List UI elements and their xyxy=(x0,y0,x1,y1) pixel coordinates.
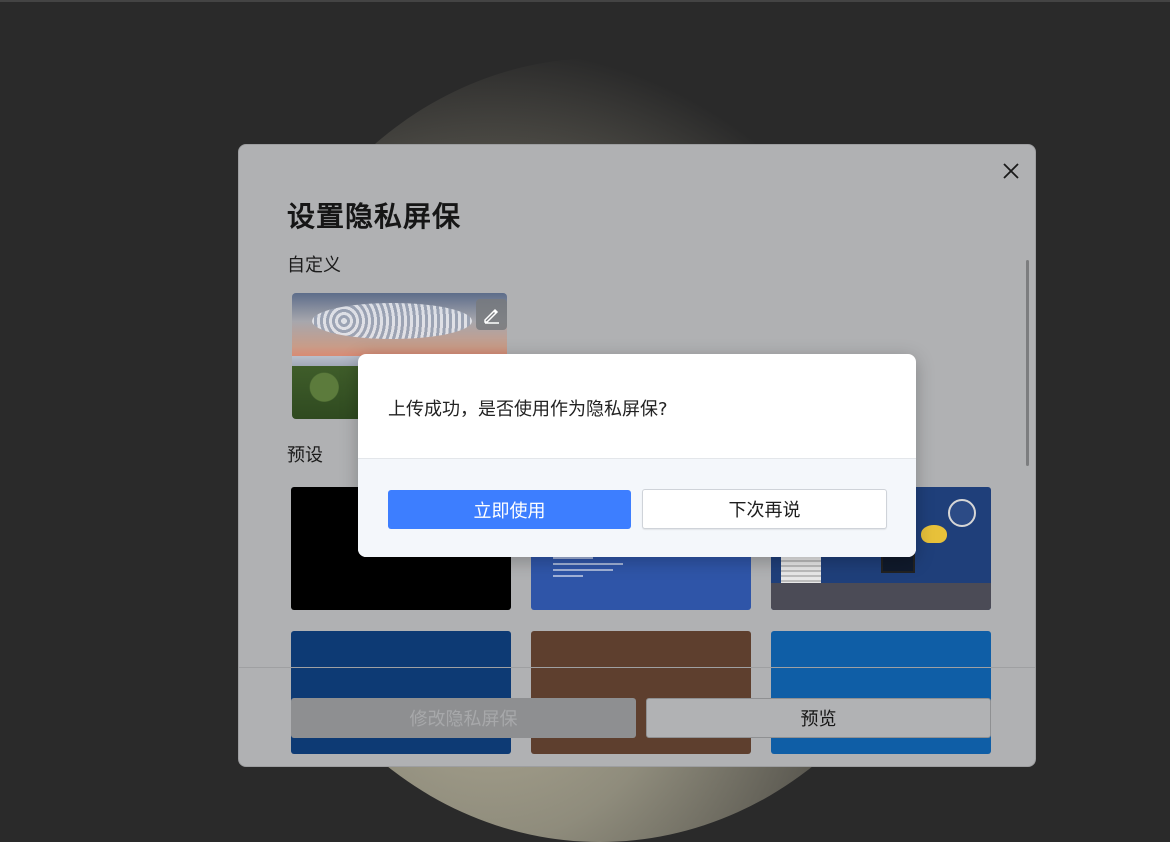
modify-screensaver-button[interactable]: 修改隐私屏保 xyxy=(291,698,636,738)
footer-divider xyxy=(239,667,1035,668)
dialog-scrollbar[interactable] xyxy=(1026,260,1029,466)
confirm-footer: 立即使用 下次再说 xyxy=(358,458,916,557)
use-now-button[interactable]: 立即使用 xyxy=(388,490,631,529)
clock-icon xyxy=(948,499,976,527)
custom-section-label: 自定义 xyxy=(287,255,341,276)
preset-section-label: 预设 xyxy=(287,445,323,466)
close-icon xyxy=(1003,163,1019,179)
edit-custom-button[interactable] xyxy=(476,299,507,330)
window-top-border xyxy=(0,0,1170,2)
confirm-message: 上传成功，是否使用作为隐私屏保? xyxy=(388,399,668,420)
later-button[interactable]: 下次再说 xyxy=(642,489,887,529)
upload-confirm-dialog: 上传成功，是否使用作为隐私屏保? 立即使用 下次再说 xyxy=(358,354,916,557)
close-button[interactable] xyxy=(999,159,1023,183)
dialog-title: 设置隐私屏保 xyxy=(287,200,462,233)
edit-pencil-icon xyxy=(483,308,499,324)
preview-button[interactable]: 预览 xyxy=(646,698,991,738)
